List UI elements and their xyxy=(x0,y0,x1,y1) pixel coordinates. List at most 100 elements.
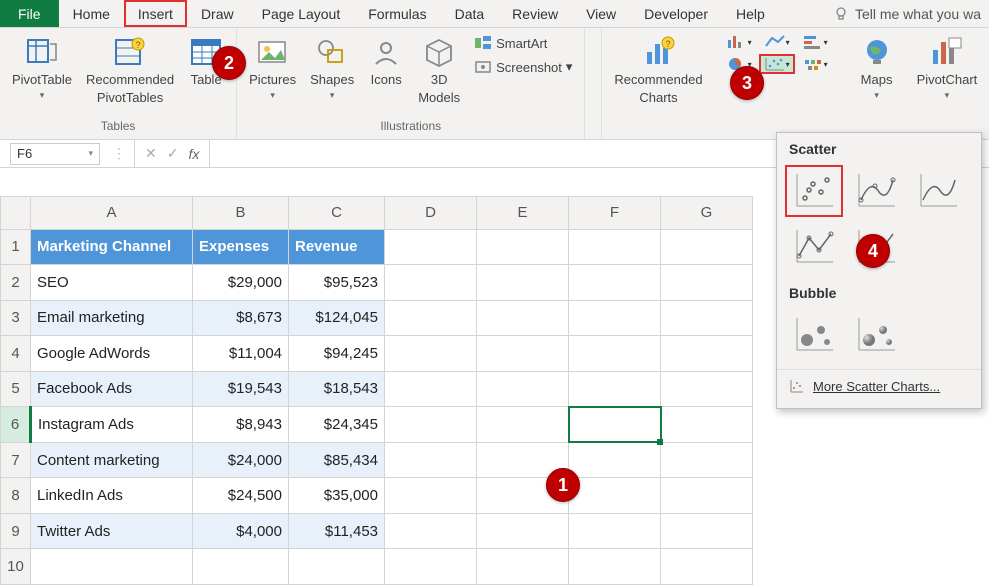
cell[interactable] xyxy=(569,549,661,585)
cell[interactable] xyxy=(569,513,661,549)
row-9[interactable]: 9 xyxy=(1,513,31,549)
bubble-3d-chart[interactable] xyxy=(847,309,905,361)
enter-icon[interactable]: ✓ xyxy=(167,145,179,162)
cell[interactable] xyxy=(477,265,569,301)
cell[interactable] xyxy=(661,513,753,549)
cell-A2[interactable]: SEO xyxy=(31,265,193,301)
cell[interactable] xyxy=(289,549,385,585)
cell[interactable] xyxy=(477,336,569,372)
cell[interactable] xyxy=(569,442,661,478)
cell-F6-selected[interactable] xyxy=(569,407,661,443)
cell[interactable] xyxy=(569,478,661,514)
tab-view[interactable]: View xyxy=(572,0,630,27)
cell[interactable] xyxy=(385,478,477,514)
cell[interactable] xyxy=(477,229,569,265)
row-10[interactable]: 10 xyxy=(1,549,31,585)
cell[interactable] xyxy=(569,265,661,301)
tab-draw[interactable]: Draw xyxy=(187,0,248,27)
screenshot-button[interactable]: Screenshot ▾ xyxy=(470,56,576,78)
col-D[interactable]: D xyxy=(385,197,477,230)
cell[interactable] xyxy=(477,407,569,443)
cell[interactable] xyxy=(569,336,661,372)
maps-button[interactable]: Maps ▾ xyxy=(855,32,899,102)
cell[interactable] xyxy=(477,549,569,585)
bar-chart-button[interactable]: ▾ xyxy=(797,32,833,52)
column-chart-button[interactable]: ▾ xyxy=(721,32,757,52)
cell-C1[interactable]: Revenue xyxy=(289,229,385,265)
col-F[interactable]: F xyxy=(569,197,661,230)
more-scatter-charts[interactable]: More Scatter Charts... xyxy=(777,369,981,402)
cell[interactable] xyxy=(569,371,661,407)
row-2[interactable]: 2 xyxy=(1,265,31,301)
cell[interactable] xyxy=(385,407,477,443)
cell[interactable] xyxy=(385,513,477,549)
cell[interactable] xyxy=(661,549,753,585)
row-5[interactable]: 5 xyxy=(1,371,31,407)
tab-formulas[interactable]: Formulas xyxy=(354,0,440,27)
pivottable-button[interactable]: PivotTable ▾ xyxy=(8,32,76,102)
cell-B5[interactable]: $19,543 xyxy=(193,371,289,407)
cell-B3[interactable]: $8,673 xyxy=(193,300,289,336)
cell-A5[interactable]: Facebook Ads xyxy=(31,371,193,407)
scatter-smooth-lines[interactable] xyxy=(909,165,967,217)
tab-page-layout[interactable]: Page Layout xyxy=(248,0,355,27)
row-6[interactable]: 6 xyxy=(1,407,31,443)
line-chart-button[interactable]: ▾ xyxy=(759,32,795,52)
cell-A4[interactable]: Google AdWords xyxy=(31,336,193,372)
cell-A3[interactable]: Email marketing xyxy=(31,300,193,336)
scatter-smooth-lines-markers[interactable] xyxy=(847,165,905,217)
row-1[interactable]: 1 xyxy=(1,229,31,265)
cell-C8[interactable]: $35,000 xyxy=(289,478,385,514)
cell[interactable] xyxy=(385,336,477,372)
scatter-straight-lines-markers[interactable] xyxy=(785,221,843,273)
cell-B2[interactable]: $29,000 xyxy=(193,265,289,301)
cell-B4[interactable]: $11,004 xyxy=(193,336,289,372)
tab-help[interactable]: Help xyxy=(722,0,779,27)
cell[interactable] xyxy=(477,300,569,336)
cell[interactable] xyxy=(385,549,477,585)
cell[interactable] xyxy=(661,407,753,443)
cell-C6[interactable]: $24,345 xyxy=(289,407,385,443)
cell[interactable] xyxy=(385,300,477,336)
cell[interactable] xyxy=(661,336,753,372)
cell[interactable] xyxy=(569,300,661,336)
cell-B1[interactable]: Expenses xyxy=(193,229,289,265)
icons-button[interactable]: Icons xyxy=(364,32,408,90)
cell-C4[interactable]: $94,245 xyxy=(289,336,385,372)
cell-C2[interactable]: $95,523 xyxy=(289,265,385,301)
cell-A7[interactable]: Content marketing xyxy=(31,442,193,478)
cell[interactable] xyxy=(661,265,753,301)
cell-A1[interactable]: Marketing Channel xyxy=(31,229,193,265)
col-A[interactable]: A xyxy=(31,197,193,230)
cell[interactable] xyxy=(477,371,569,407)
scatter-markers-only[interactable] xyxy=(785,165,843,217)
smartart-button[interactable]: SmartArt xyxy=(470,32,576,54)
cell[interactable] xyxy=(477,513,569,549)
cell[interactable] xyxy=(661,229,753,265)
tab-data[interactable]: Data xyxy=(441,0,499,27)
cancel-icon[interactable]: ✕ xyxy=(145,145,157,162)
cell[interactable] xyxy=(193,549,289,585)
pictures-button[interactable]: Pictures ▾ xyxy=(245,32,300,102)
cell-C3[interactable]: $124,045 xyxy=(289,300,385,336)
cell-B7[interactable]: $24,000 xyxy=(193,442,289,478)
recommended-charts-button[interactable]: ? Recommended Charts xyxy=(610,32,706,107)
tab-developer[interactable]: Developer xyxy=(630,0,722,27)
fx-icon[interactable]: fx xyxy=(188,146,199,162)
cell-B9[interactable]: $4,000 xyxy=(193,513,289,549)
cell[interactable] xyxy=(385,371,477,407)
tell-me-search[interactable]: Tell me what you wa xyxy=(825,0,989,27)
row-7[interactable]: 7 xyxy=(1,442,31,478)
cell[interactable] xyxy=(661,371,753,407)
cell-C7[interactable]: $85,434 xyxy=(289,442,385,478)
name-box[interactable]: F6 ▾ xyxy=(10,143,100,165)
col-B[interactable]: B xyxy=(193,197,289,230)
cell[interactable] xyxy=(31,549,193,585)
surface-chart-button[interactable]: ▾ xyxy=(797,54,833,74)
tab-insert[interactable]: Insert xyxy=(124,0,187,27)
cell[interactable] xyxy=(569,229,661,265)
row-8[interactable]: 8 xyxy=(1,478,31,514)
tab-home[interactable]: Home xyxy=(59,0,124,27)
col-E[interactable]: E xyxy=(477,197,569,230)
cell[interactable] xyxy=(385,229,477,265)
